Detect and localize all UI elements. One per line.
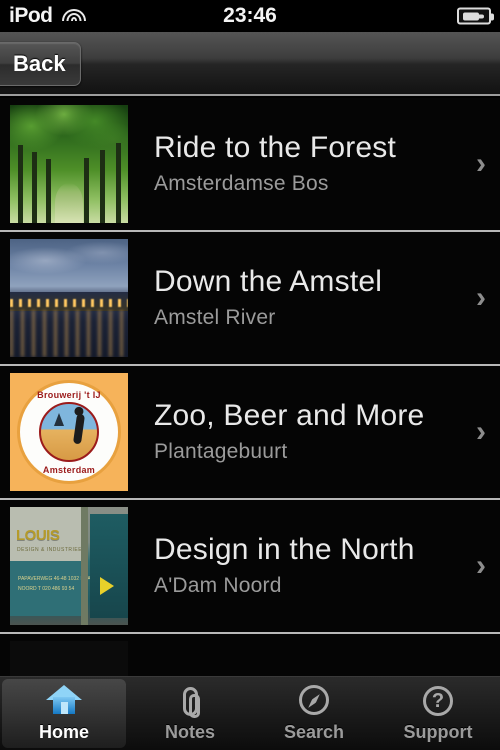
list-item-title: Down the Amstel [154, 265, 383, 299]
status-bar-right [457, 7, 494, 25]
list-item-title: Design in the North [154, 533, 415, 567]
back-button[interactable]: Back [0, 42, 81, 86]
storefront-sign-text: LOUIS [16, 527, 60, 544]
battery-charging-icon [457, 7, 494, 25]
list-item-subtitle: A'Dam Noord [154, 573, 282, 597]
list-item[interactable]: Historic Biking Tour › [0, 634, 500, 676]
tab-home-label: Home [38, 722, 89, 742]
tour-list[interactable]: Ride to the Forest Amsterdamse Bos › Dow… [0, 98, 500, 676]
list-item-title: Ride to the Forest [154, 131, 397, 165]
status-bar-center: 23:46 [0, 4, 500, 28]
chevron-right-icon: › [476, 147, 486, 180]
tab-search[interactable]: Search [252, 677, 376, 750]
logo-top-text: Brouwerij 't IJ [37, 390, 101, 400]
tab-support[interactable]: ? Support [376, 677, 500, 750]
tab-notes[interactable]: Notes [128, 677, 252, 750]
list-item[interactable]: Down the Amstel Amstel River › [0, 232, 500, 366]
tab-bar: Home Notes Search ? Support [0, 676, 500, 750]
yellow-triangle-thumbnail [10, 641, 128, 676]
neef-louis-storefront-thumbnail: DESIGN & INDUSTRIEEL LOUIS PAPAVERWEG 46… [10, 507, 128, 625]
chevron-right-icon: › [476, 415, 486, 448]
list-item-text: Ride to the Forest Amsterdamse Bos [128, 131, 460, 195]
chevron-right-icon: › [476, 549, 486, 582]
question-mark-icon: ? [420, 684, 456, 718]
list-item[interactable]: Ride to the Forest Amsterdamse Bos › [0, 98, 500, 232]
amstel-river-twilight-thumbnail [10, 239, 128, 357]
navigation-bar: Back [0, 32, 500, 96]
back-button-label: Back [13, 51, 66, 76]
compass-icon [296, 684, 332, 718]
logo-bottom-text: Amsterdam [42, 465, 96, 475]
status-bar: iPod 23:46 [0, 0, 500, 32]
list-item-subtitle: Amsterdamse Bos [154, 171, 329, 195]
list-item[interactable]: Brouwerij 't IJ Amsterdam Zoo, Beer and … [0, 366, 500, 500]
tab-notes-label: Notes [164, 722, 215, 742]
tab-support-label: Support [403, 722, 473, 742]
back-arrow-icon [0, 42, 13, 86]
chevron-right-icon: › [476, 281, 486, 314]
house-icon [46, 684, 82, 718]
paperclip-icon [172, 684, 208, 718]
tab-home[interactable]: Home [2, 679, 126, 748]
storefront-sign-sub: DESIGN & INDUSTRIEEL [17, 547, 86, 553]
brouwerij-t-ij-logo-thumbnail: Brouwerij 't IJ Amsterdam [10, 373, 128, 491]
list-item-text: Down the Amstel Amstel River [128, 265, 460, 329]
list-item-subtitle: Plantagebuurt [154, 439, 288, 463]
clock-label: 23:46 [223, 4, 277, 27]
tab-search-label: Search [283, 722, 345, 742]
list-item-text: Design in the North A'Dam Noord [128, 533, 460, 597]
forest-path-thumbnail [10, 105, 128, 223]
list-item-text: Zoo, Beer and More Plantagebuurt [128, 399, 460, 463]
app-screen: iPod 23:46 Back Ride to the Forest Amste… [0, 0, 500, 750]
list-item[interactable]: DESIGN & INDUSTRIEEL LOUIS PAPAVERWEG 46… [0, 500, 500, 634]
list-item-subtitle: Amstel River [154, 305, 276, 329]
list-item-title: Zoo, Beer and More [154, 399, 425, 433]
